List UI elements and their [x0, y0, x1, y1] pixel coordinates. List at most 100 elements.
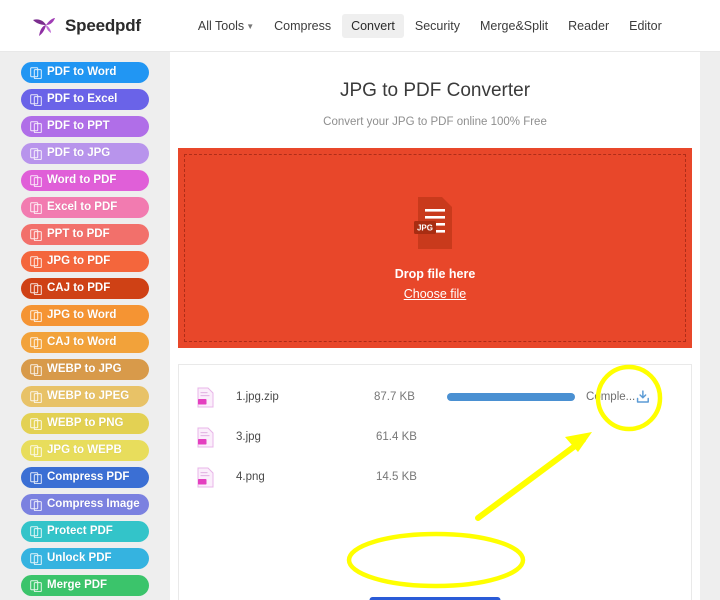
butterfly-logo-icon — [33, 17, 55, 36]
sidebar-item-label: CAJ to Word — [47, 335, 117, 348]
brand-name: Speedpdf — [65, 15, 141, 35]
sidebar-item-jpg-to-wepb[interactable]: JPG to WEPB — [21, 440, 149, 461]
brand-logo[interactable]: Speedpdf — [30, 13, 141, 39]
convert-file-icon — [30, 201, 42, 214]
nav-item-security[interactable]: Security — [406, 14, 469, 38]
sidebar-item-caj-to-pdf[interactable]: CAJ to PDF — [21, 278, 149, 299]
page-subtitle: Convert your JPG to PDF online 100% Free — [323, 116, 547, 128]
file-dropzone[interactable]: JPG Drop file here Choose file — [178, 148, 692, 348]
file-status: Comple... — [586, 391, 636, 403]
chevron-down-icon: ▼ — [246, 21, 255, 31]
lock-icon — [30, 525, 42, 538]
jpg-document-icon: JPG — [414, 197, 452, 249]
svg-text:JPG: JPG — [417, 224, 433, 233]
download-icon[interactable] — [635, 389, 651, 405]
nav-label-all-tools: All Tools — [197, 18, 245, 33]
convert-file-icon — [30, 390, 42, 403]
file-document-icon — [197, 427, 214, 447]
convert-file-icon — [30, 93, 42, 106]
file-name: 4.png — [236, 471, 265, 483]
sidebar-item-label: Unlock PDF — [47, 551, 112, 564]
sidebar-item-label: Merge PDF — [47, 578, 108, 591]
convert-file-icon — [30, 228, 42, 241]
file-row[interactable]: 1.jpg.zip 87.7 KB Comple... — [179, 377, 691, 417]
sidebar-item-label: JPG to WEPB — [47, 443, 122, 456]
sidebar-item-label: PPT to PDF — [47, 227, 110, 240]
compress-file-icon — [30, 471, 42, 484]
sidebar-item-label: WEBP to PNG — [47, 416, 124, 429]
main-nav: All Tools ▼ Compress Convert Security Mer… — [189, 13, 671, 38]
sidebar-item-pdf-to-jpg[interactable]: PDF to JPG — [21, 143, 149, 164]
file-name: 1.jpg.zip — [236, 391, 279, 403]
convert-file-icon — [30, 66, 42, 79]
merge-icon — [30, 579, 42, 592]
convert-file-icon — [30, 282, 42, 295]
convert-file-icon — [30, 174, 42, 187]
sidebar-item-label: Protect PDF — [47, 524, 113, 537]
sidebar-item-label: WEBP to JPG — [47, 362, 122, 375]
sidebar-item-webp-to-jpg[interactable]: WEBP to JPG — [21, 359, 149, 380]
sidebar-item-label: Compress Image — [47, 497, 140, 510]
convert-file-icon — [30, 120, 42, 133]
sidebar-item-label: Excel to PDF — [47, 200, 118, 213]
page-title: JPG to PDF Converter — [339, 80, 531, 101]
sidebar-item-label: JPG to PDF — [47, 254, 111, 267]
sidebar-item-ppt-to-pdf[interactable]: PPT to PDF — [21, 224, 149, 245]
sidebar-item-label: Compress PDF — [47, 470, 130, 483]
compress-file-icon — [30, 498, 42, 511]
sidebar-item-merge-pdf[interactable]: Merge PDF — [21, 575, 149, 596]
sidebar-item-pdf-to-ppt[interactable]: PDF to PPT — [21, 116, 149, 137]
sidebar-item-excel-to-pdf[interactable]: Excel to PDF — [21, 197, 149, 218]
convert-file-icon — [30, 444, 42, 457]
top-header: Speedpdf All Tools ▼ Compress Convert Sec… — [0, 0, 720, 52]
progress-bar — [446, 393, 576, 401]
sidebar-item-label: PDF to JPG — [47, 146, 111, 159]
dropzone-drop-text: Drop file here — [394, 267, 476, 281]
file-row[interactable]: 3.jpg 61.4 KB — [179, 417, 691, 457]
nav-item-all-tools[interactable]: All Tools ▼ — [189, 14, 263, 38]
sidebar-item-label: Word to PDF — [47, 173, 117, 186]
sidebar-item-protect-pdf[interactable]: Protect PDF — [21, 521, 149, 542]
sidebar-item-unlock-pdf[interactable]: Unlock PDF — [21, 548, 149, 569]
unlock-icon — [30, 552, 42, 565]
nav-item-compress[interactable]: Compress — [265, 14, 340, 38]
sidebar-item-label: PDF to Excel — [47, 92, 118, 105]
sidebar-item-label: WEBP to JPEG — [47, 389, 130, 402]
sidebar-item-label: PDF to PPT — [47, 119, 110, 132]
sidebar-item-compress-image[interactable]: Compress Image — [21, 494, 149, 515]
convert-file-icon — [30, 363, 42, 376]
nav-item-reader[interactable]: Reader — [559, 14, 618, 38]
file-size: 61.4 KB — [376, 431, 417, 443]
sidebar-item-label: JPG to Word — [47, 308, 117, 321]
convert-file-icon — [30, 309, 42, 322]
nav-item-convert[interactable]: Convert — [342, 13, 404, 38]
sidebar-item-pdf-to-word[interactable]: PDF to Word — [21, 62, 149, 83]
convert-file-icon — [30, 255, 42, 268]
sidebar-item-pdf-to-excel[interactable]: PDF to Excel — [21, 89, 149, 110]
convert-file-icon — [30, 147, 42, 160]
page-root: Speedpdf All Tools ▼ Compress Convert Sec… — [0, 0, 720, 600]
sidebar-item-webp-to-jpeg[interactable]: WEBP to JPEG — [21, 386, 149, 407]
sidebar-item-webp-to-png[interactable]: WEBP to PNG — [21, 413, 149, 434]
dropzone-inner: JPG Drop file here Choose file — [184, 154, 686, 342]
choose-file-link[interactable]: Choose file — [404, 287, 467, 301]
sidebar-item-label: CAJ to PDF — [47, 281, 111, 294]
sidebar-item-jpg-to-word[interactable]: JPG to Word — [21, 305, 149, 326]
file-list-card: 1.jpg.zip 87.7 KB Comple... 3.jpg 61.4 KB 4.p… — [178, 364, 692, 600]
convert-file-icon — [30, 417, 42, 430]
sidebar-item-word-to-pdf[interactable]: Word to PDF — [21, 170, 149, 191]
file-size: 14.5 KB — [376, 471, 417, 483]
tools-sidebar[interactable]: PDF to Word PDF to Excel PDF to PPT PDF to … — [0, 52, 170, 600]
nav-item-merge-split[interactable]: Merge&Split — [471, 14, 557, 38]
nav-item-editor[interactable]: Editor — [620, 14, 671, 38]
file-name: 3.jpg — [236, 431, 261, 443]
file-row[interactable]: 4.png 14.5 KB — [179, 457, 691, 497]
sidebar-item-jpg-to-pdf[interactable]: JPG to PDF — [21, 251, 149, 272]
file-document-icon — [197, 387, 214, 407]
convert-file-icon — [30, 336, 42, 349]
file-size: 87.7 KB — [373, 391, 415, 403]
sidebar-item-compress-pdf[interactable]: Compress PDF — [21, 467, 149, 488]
sidebar-item-label: PDF to Word — [47, 65, 117, 78]
sidebar-item-caj-to-word[interactable]: CAJ to Word — [21, 332, 149, 353]
progress-bar-fill — [446, 393, 576, 401]
